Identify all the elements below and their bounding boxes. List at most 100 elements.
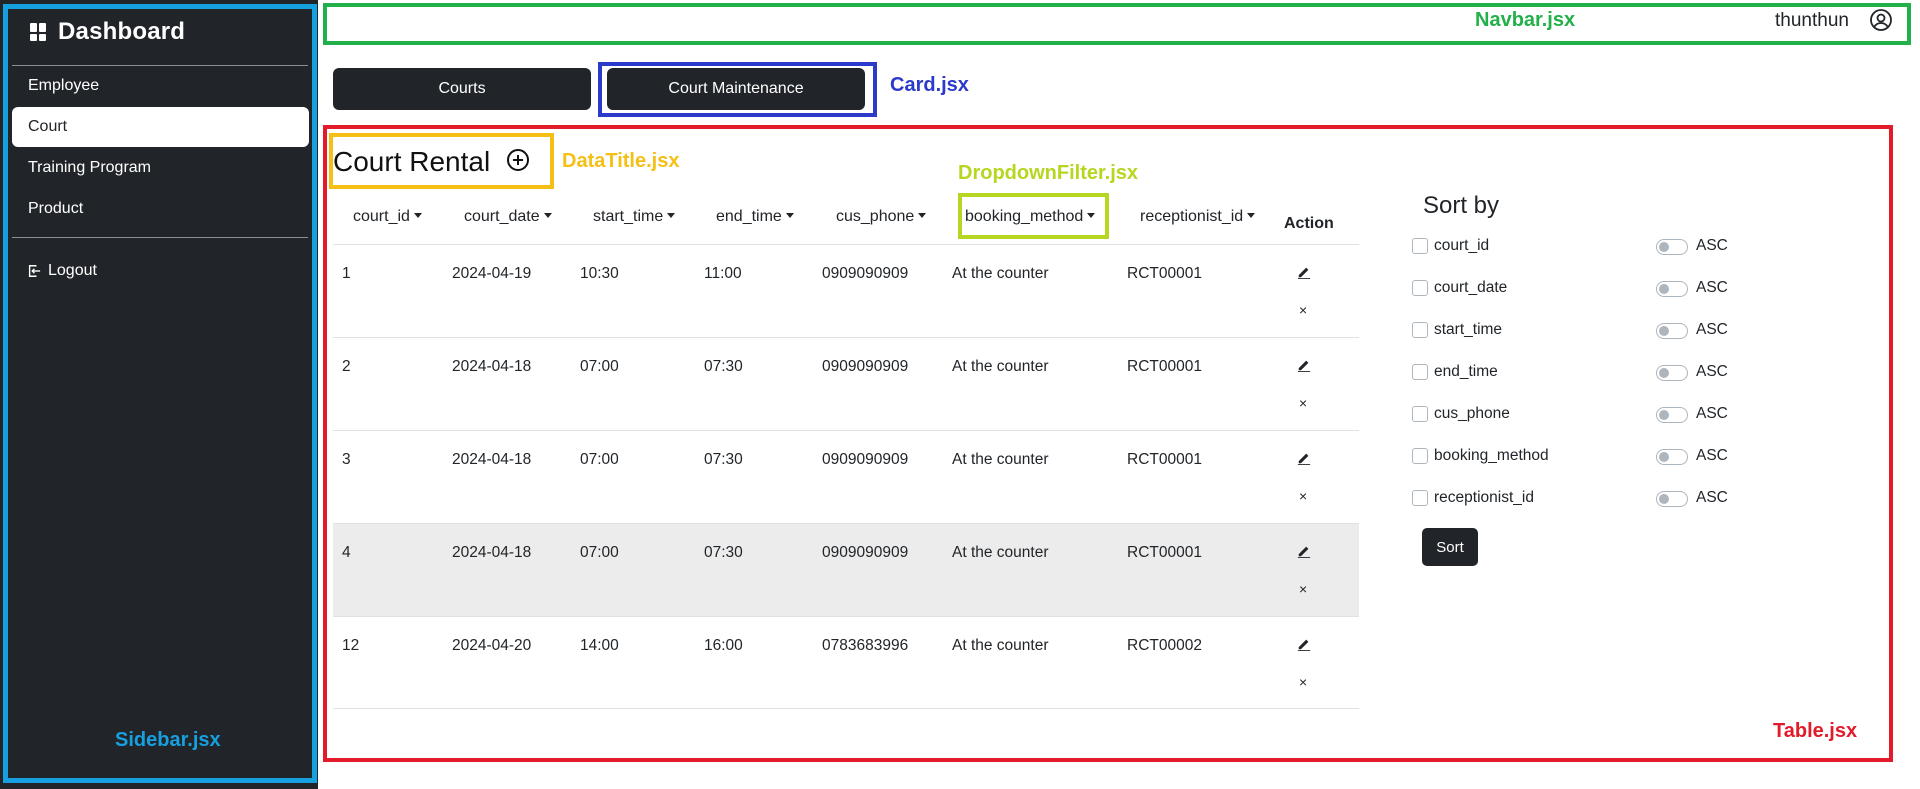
table-cell: 16:00: [704, 637, 743, 654]
table-cell: 07:30: [704, 451, 743, 468]
delete-icon[interactable]: ×: [1299, 302, 1307, 318]
sort-order-toggle[interactable]: [1656, 491, 1688, 507]
column-header-label: end_time: [716, 208, 782, 225]
edit-icon[interactable]: [1297, 544, 1311, 563]
column-header-booking-method[interactable]: booking_method: [965, 208, 1096, 226]
table-cell: 10:30: [580, 265, 619, 282]
username: thunthun: [1775, 10, 1849, 31]
sort-order-label: ASC: [1696, 279, 1728, 296]
table-cell: 07:30: [704, 358, 743, 375]
column-header-action: Action: [1284, 215, 1334, 232]
sort-checkbox[interactable]: [1412, 490, 1428, 506]
brand-title: Dashboard: [58, 18, 186, 45]
edit-icon[interactable]: [1297, 358, 1311, 377]
sidebar-item-product[interactable]: Product: [12, 189, 309, 229]
sort-checkbox[interactable]: [1412, 364, 1428, 380]
sort-order-toggle[interactable]: [1656, 323, 1688, 339]
add-circle-icon[interactable]: [506, 148, 530, 177]
table-cell: 4: [342, 544, 351, 561]
sort-checkbox[interactable]: [1412, 406, 1428, 422]
table-component-label: Table.jsx: [1773, 720, 1858, 742]
sort-order-label: ASC: [1696, 447, 1728, 464]
sort-field-label: court_date: [1434, 279, 1508, 296]
sort-option-receptionist-id: receptionist_id ASC: [1412, 487, 1742, 511]
sidebar-brand[interactable]: Dashboard: [30, 18, 185, 46]
table-cell: 3: [342, 451, 351, 468]
delete-icon[interactable]: ×: [1299, 395, 1307, 411]
table-cell: 2024-04-18: [452, 358, 532, 375]
sort-checkbox[interactable]: [1412, 238, 1428, 254]
column-header-label: court_id: [353, 208, 410, 225]
sidebar-item-label: Training Program: [28, 159, 152, 176]
column-header-end-time[interactable]: end_time: [716, 208, 794, 226]
edit-icon[interactable]: [1297, 637, 1311, 656]
sidebar-divider: [12, 237, 308, 238]
sidebar-item-label: Employee: [28, 77, 100, 94]
sidebar-item-court[interactable]: Court: [12, 107, 309, 147]
table-cell: 2: [342, 358, 351, 375]
sidebar-item-label: Product: [28, 200, 84, 217]
sort-checkbox[interactable]: [1412, 448, 1428, 464]
sidebar-item-employee[interactable]: Employee: [12, 66, 309, 106]
table-cell: At the counter: [952, 358, 1049, 375]
user-circle-icon[interactable]: [1869, 8, 1893, 37]
edit-icon[interactable]: [1297, 451, 1311, 470]
delete-icon[interactable]: ×: [1299, 488, 1307, 504]
table-cell: RCT00001: [1127, 265, 1202, 282]
card-component-label: Card.jsx: [890, 74, 969, 96]
logout-icon: [28, 265, 41, 277]
table-cell: 2024-04-19: [452, 265, 532, 282]
table-cell: 07:30: [704, 544, 743, 561]
sort-option-court-date: court_date ASC: [1412, 277, 1742, 301]
table-cell: 1: [342, 265, 351, 282]
sort-option-court-id: court_id ASC: [1412, 235, 1742, 259]
logout-button[interactable]: Logout: [27, 262, 97, 280]
edit-icon[interactable]: [1297, 265, 1311, 284]
sort-field-label: start_time: [1434, 321, 1503, 338]
sort-button[interactable]: Sort: [1422, 528, 1478, 566]
table-cell: At the counter: [952, 451, 1049, 468]
sort-order-label: ASC: [1696, 237, 1728, 254]
sort-order-label: ASC: [1696, 489, 1728, 506]
table-cell: 07:00: [580, 544, 619, 561]
sort-field-label: cus_phone: [1434, 405, 1510, 422]
sort-checkbox[interactable]: [1412, 322, 1428, 338]
table-row: 4 2024-04-18 07:00 07:30 0909090909 At t…: [333, 523, 1359, 616]
page-title: Court Rental: [333, 146, 491, 177]
sort-order-toggle[interactable]: [1656, 407, 1688, 423]
courts-card-button[interactable]: Courts: [333, 68, 591, 110]
column-header-court-date[interactable]: court_date: [464, 208, 552, 226]
dropdownfilter-component-label: DropdownFilter.jsx: [958, 162, 1139, 184]
caret-down-icon: [413, 213, 422, 218]
logout-label: Logout: [48, 262, 97, 279]
column-header-court-id[interactable]: court_id: [353, 208, 422, 226]
delete-icon[interactable]: ×: [1299, 674, 1307, 690]
table-cell: 0909090909: [822, 358, 909, 375]
table-cell: 2024-04-20: [452, 637, 532, 654]
table-cell: 14:00: [580, 637, 619, 654]
sort-order-toggle[interactable]: [1656, 239, 1688, 255]
delete-icon[interactable]: ×: [1299, 581, 1307, 597]
sort-order-toggle[interactable]: [1656, 365, 1688, 381]
column-header-receptionist-id[interactable]: receptionist_id: [1140, 208, 1256, 226]
sort-title: Sort by: [1423, 192, 1500, 219]
table-row: 3 2024-04-18 07:00 07:30 0909090909 At t…: [333, 430, 1359, 523]
table-cell: At the counter: [952, 265, 1049, 282]
column-header-label: booking_method: [965, 208, 1084, 225]
sort-order-toggle[interactable]: [1656, 281, 1688, 297]
sort-field-label: court_id: [1434, 237, 1490, 254]
table-cell: 07:00: [580, 451, 619, 468]
sort-checkbox[interactable]: [1412, 280, 1428, 296]
column-header-cus-phone[interactable]: cus_phone: [836, 208, 927, 226]
sort-order-label: ASC: [1696, 321, 1728, 338]
sort-option-cus-phone: cus_phone ASC: [1412, 403, 1742, 427]
table-cell: RCT00001: [1127, 451, 1202, 468]
sort-order-toggle[interactable]: [1656, 449, 1688, 465]
column-header-start-time[interactable]: start_time: [593, 208, 676, 226]
table-bottom-border: [333, 708, 1359, 709]
navbar-annotation-frame: [323, 3, 1911, 45]
court-maintenance-card-button[interactable]: Court Maintenance: [607, 68, 865, 110]
sidebar-item-training-program[interactable]: Training Program: [12, 148, 309, 188]
sidebar: Dashboard Employee Court Training Progra…: [0, 0, 318, 789]
column-header-label: cus_phone: [836, 208, 915, 225]
